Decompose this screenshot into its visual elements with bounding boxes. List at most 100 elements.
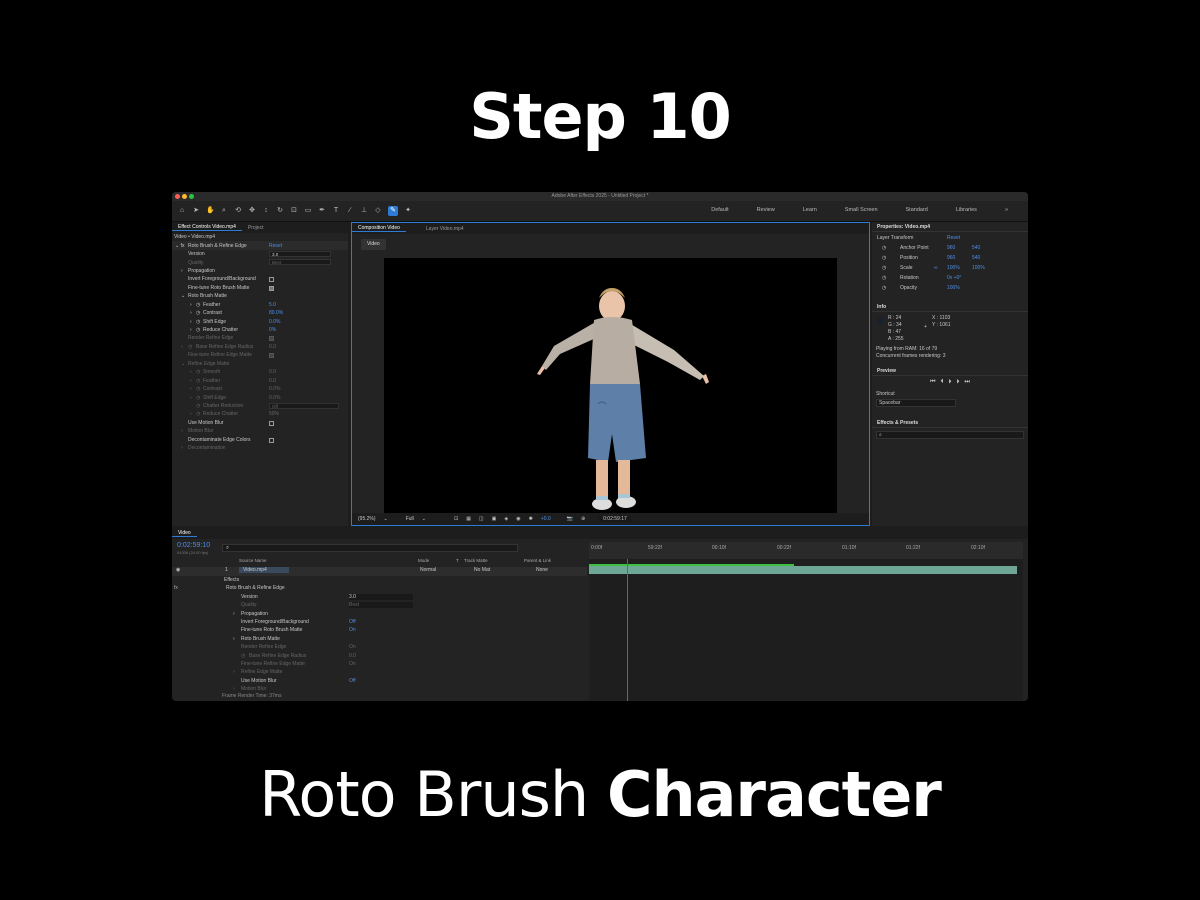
- motion-blur-checkbox[interactable]: [269, 420, 274, 426]
- chevron-right-icon[interactable]: ›: [181, 428, 183, 434]
- chevron-right-icon[interactable]: ›: [233, 611, 235, 617]
- chevron-right-icon[interactable]: ›: [233, 686, 235, 692]
- playhead[interactable]: [627, 559, 628, 701]
- refine-feather-value[interactable]: 0.0: [269, 378, 276, 384]
- stopwatch-icon[interactable]: ◷: [241, 653, 245, 659]
- previous-frame-icon[interactable]: ⏴: [940, 379, 943, 386]
- workspace-learn[interactable]: Learn: [789, 207, 831, 213]
- eye-icon[interactable]: ◉: [176, 567, 180, 573]
- parent-link-column[interactable]: Parent & Link: [524, 558, 551, 563]
- tl-invert-value[interactable]: Off: [349, 619, 356, 625]
- base-radius-value[interactable]: 0.0: [269, 344, 276, 350]
- rectangle-tool-icon[interactable]: ▭: [304, 207, 312, 215]
- render-refine-checkbox[interactable]: [269, 336, 274, 342]
- tab-project[interactable]: Project: [242, 225, 270, 231]
- anchor-x-value[interactable]: 960: [947, 245, 955, 251]
- chevron-right-icon[interactable]: ›: [190, 302, 192, 308]
- chevron-right-icon[interactable]: ›: [190, 386, 192, 392]
- scale-x-value[interactable]: 100%: [947, 265, 960, 271]
- chevron-right-icon[interactable]: ›: [190, 327, 192, 333]
- layer-name[interactable]: Video.mp4: [239, 567, 289, 573]
- timeline-search-input[interactable]: ⌕: [222, 544, 518, 552]
- effect-reset-link[interactable]: Reset: [269, 243, 282, 249]
- version-dropdown[interactable]: 3.0: [269, 250, 331, 257]
- time-ruler[interactable]: 0:00f 59:22f 00:10f 00:22f 01:10f 01:22f…: [589, 542, 1023, 559]
- exposure-icon[interactable]: ✺: [529, 516, 533, 522]
- region-of-interest-icon[interactable]: ⊡: [454, 516, 458, 522]
- contrast-value[interactable]: 80.0%: [269, 310, 283, 316]
- puppet-pin-tool-icon[interactable]: ✦: [404, 207, 412, 215]
- more-workspaces-icon[interactable]: »: [991, 207, 1022, 213]
- transparency-grid-icon[interactable]: ▦: [466, 516, 471, 522]
- chevron-down-icon[interactable]: ⌄: [181, 293, 185, 299]
- mask-visibility-icon[interactable]: ◫: [479, 516, 484, 522]
- chevron-right-icon[interactable]: ›: [190, 310, 192, 316]
- tl-version-dropdown[interactable]: 3.0: [349, 593, 413, 600]
- pan-behind-tool-icon[interactable]: ⊡: [290, 207, 298, 215]
- tl-quality-dropdown[interactable]: Best: [349, 602, 413, 609]
- orbit-tool-icon[interactable]: ⟲: [234, 207, 242, 215]
- first-frame-icon[interactable]: ⏮: [930, 379, 935, 386]
- parent-dropdown[interactable]: None: [536, 567, 548, 573]
- position-y-value[interactable]: 540: [972, 255, 980, 261]
- tl-base-radius-value[interactable]: 0.0: [349, 653, 356, 659]
- home-icon[interactable]: ⌂: [178, 207, 186, 215]
- resolution-dropdown[interactable]: Full: [406, 516, 414, 522]
- position-x-value[interactable]: 960: [947, 255, 955, 261]
- stopwatch-icon[interactable]: ◷: [196, 369, 200, 375]
- snapshot-icon[interactable]: 📷: [567, 516, 573, 522]
- stopwatch-icon[interactable]: ◷: [188, 344, 192, 350]
- chatter-reduction-dropdown[interactable]: Off: [269, 402, 339, 409]
- chevron-right-icon[interactable]: ›: [181, 445, 183, 451]
- current-time-display[interactable]: 0:02:59:17: [599, 516, 631, 522]
- timeline-timecode[interactable]: 0:02:59:10: [177, 542, 210, 549]
- fine-tune-checkbox[interactable]: [269, 285, 274, 291]
- pen-tool-icon[interactable]: ✒: [318, 207, 326, 215]
- selection-tool-icon[interactable]: ➤: [192, 207, 200, 215]
- track-matte-dropdown[interactable]: No Mat: [474, 567, 490, 573]
- scale-y-value[interactable]: 100%: [972, 265, 985, 271]
- anchor-y-value[interactable]: 540: [972, 245, 980, 251]
- stopwatch-icon[interactable]: ◷: [882, 245, 886, 251]
- hand-tool-icon[interactable]: ✋: [206, 207, 215, 215]
- chevron-right-icon[interactable]: ›: [233, 636, 235, 642]
- zoom-tool-icon[interactable]: ⌕: [220, 207, 228, 215]
- refine-reduce-chatter-value[interactable]: 50%: [269, 411, 279, 417]
- smooth-value[interactable]: 0.0: [269, 369, 276, 375]
- chevron-down-icon[interactable]: ⌄: [422, 516, 426, 522]
- eraser-tool-icon[interactable]: ◇: [374, 207, 382, 215]
- fine-tune-refine-checkbox[interactable]: [269, 353, 274, 359]
- guides-icon[interactable]: ▣: [492, 516, 497, 522]
- refine-shift-edge-value[interactable]: 0.0%: [269, 395, 280, 401]
- track-matte-column[interactable]: Track Matte: [464, 558, 488, 563]
- refine-contrast-value[interactable]: 0.0%: [269, 386, 280, 392]
- dolly-tool-icon[interactable]: ↕: [262, 207, 270, 215]
- constrain-proportions-icon[interactable]: ∞: [934, 265, 938, 271]
- layer-duration-bar[interactable]: [589, 566, 1017, 574]
- transform-reset-link[interactable]: Reset: [947, 235, 960, 241]
- fx-icon[interactable]: ⌄ fx: [175, 243, 184, 249]
- workspace-libraries[interactable]: Libraries: [942, 207, 991, 213]
- stopwatch-icon[interactable]: ◷: [196, 302, 200, 308]
- tl-motion-blur-value[interactable]: Off: [349, 678, 356, 684]
- feather-value[interactable]: 5.0: [269, 302, 276, 308]
- chevron-right-icon[interactable]: ›: [190, 369, 192, 375]
- stopwatch-icon[interactable]: ◷: [882, 265, 886, 271]
- clone-stamp-tool-icon[interactable]: ⊥: [360, 207, 368, 215]
- quality-dropdown[interactable]: Best: [269, 259, 331, 266]
- rotate-tool-icon[interactable]: ↻: [276, 207, 284, 215]
- next-frame-icon[interactable]: ⏵: [957, 379, 960, 386]
- opacity-value[interactable]: 100%: [947, 285, 960, 291]
- tab-effect-controls[interactable]: Effect Controls Video.mp4: [172, 224, 242, 231]
- timeline-track-area[interactable]: 0:00f 59:22f 00:10f 00:22f 01:10f 01:22f…: [589, 542, 1023, 701]
- last-frame-icon[interactable]: ⏭: [965, 379, 970, 386]
- stopwatch-icon[interactable]: ◷: [196, 310, 200, 316]
- show-snapshot-icon[interactable]: ⊕: [581, 516, 585, 522]
- mode-column[interactable]: Mode: [418, 558, 429, 563]
- shift-edge-value[interactable]: 0.0%: [269, 319, 280, 325]
- rotation-value[interactable]: 0x +0°: [947, 275, 961, 281]
- workspace-small-screen[interactable]: Small Screen: [831, 207, 892, 213]
- roto-brush-tool-icon[interactable]: ✎: [388, 206, 398, 216]
- chevron-right-icon[interactable]: ›: [190, 395, 192, 401]
- exposure-value[interactable]: +0.0: [541, 516, 551, 522]
